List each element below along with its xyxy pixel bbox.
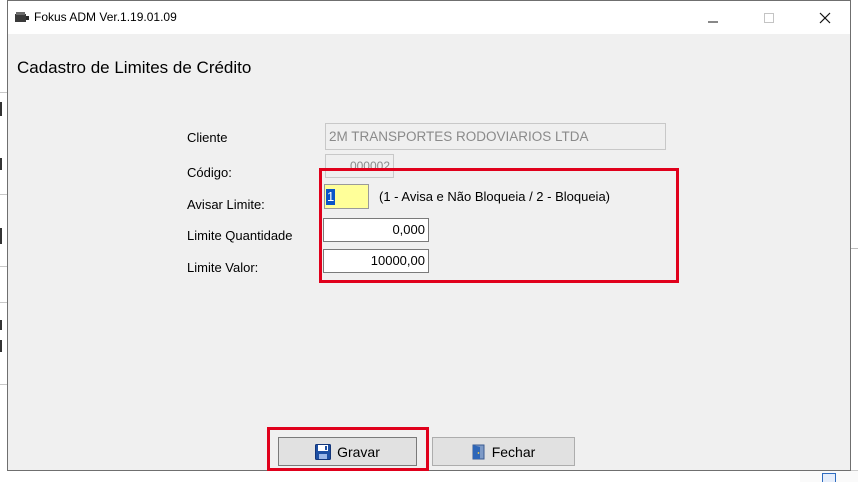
avisar-limite-hint: (1 - Avisa e Não Bloqueia / 2 - Bloqueia…	[379, 189, 611, 204]
form-heading: Cadastro de Limites de Crédito	[17, 58, 252, 77]
limite-quantidade-label: Limite Quantidade	[187, 228, 293, 243]
limite-quantidade-input[interactable]: 0,000	[323, 218, 429, 242]
limite-valor-label: Limite Valor:	[187, 260, 259, 275]
background-divider	[0, 302, 7, 303]
cliente-label: Cliente	[187, 130, 228, 145]
gravar-label: Gravar	[337, 443, 380, 460]
fechar-label: Fechar	[491, 443, 536, 460]
background-icon	[822, 473, 836, 482]
background-edge-mark	[0, 340, 2, 352]
screen: 2 Fokus ADM Ver.1.19.01.09 Cadastro de L…	[0, 0, 858, 482]
minimize-icon	[708, 21, 718, 23]
avisar-limite-input[interactable]: 1	[324, 184, 369, 209]
app-icon	[15, 12, 29, 22]
window-title: Fokus ADM Ver.1.19.01.09	[34, 10, 177, 24]
avisar-limite-value: 1	[326, 189, 336, 205]
credit-limit-window: Fokus ADM Ver.1.19.01.09 Cadastro de Lim…	[7, 0, 851, 471]
save-icon	[315, 443, 332, 460]
background-divider	[0, 92, 7, 93]
background-edge-mark	[0, 102, 2, 116]
gravar-button[interactable]: Gravar	[278, 437, 417, 466]
fechar-button[interactable]: Fechar	[432, 437, 575, 466]
cliente-field: 2M TRANSPORTES RODOVIARIOS LTDA	[325, 123, 666, 150]
close-button[interactable]	[802, 1, 848, 34]
codigo-label: Código:	[187, 165, 232, 180]
background-edge-mark	[0, 158, 2, 170]
close-icon	[819, 12, 831, 24]
exit-door-icon	[472, 444, 485, 459]
background-divider	[0, 384, 7, 385]
title-bar[interactable]: Fokus ADM Ver.1.19.01.09	[8, 1, 850, 34]
maximize-button[interactable]	[746, 1, 792, 34]
maximize-icon	[764, 13, 774, 23]
background-edge-mark	[0, 320, 2, 330]
background-toolbar	[800, 470, 858, 482]
limite-valor-input[interactable]: 10000,00	[323, 249, 429, 273]
background-divider	[0, 266, 7, 267]
codigo-field: 000002	[325, 154, 394, 178]
minimize-button[interactable]	[690, 1, 736, 34]
background-edge-mark	[0, 228, 2, 244]
avisar-limite-label: Avisar Limite:	[187, 197, 265, 212]
background-divider	[0, 194, 7, 195]
